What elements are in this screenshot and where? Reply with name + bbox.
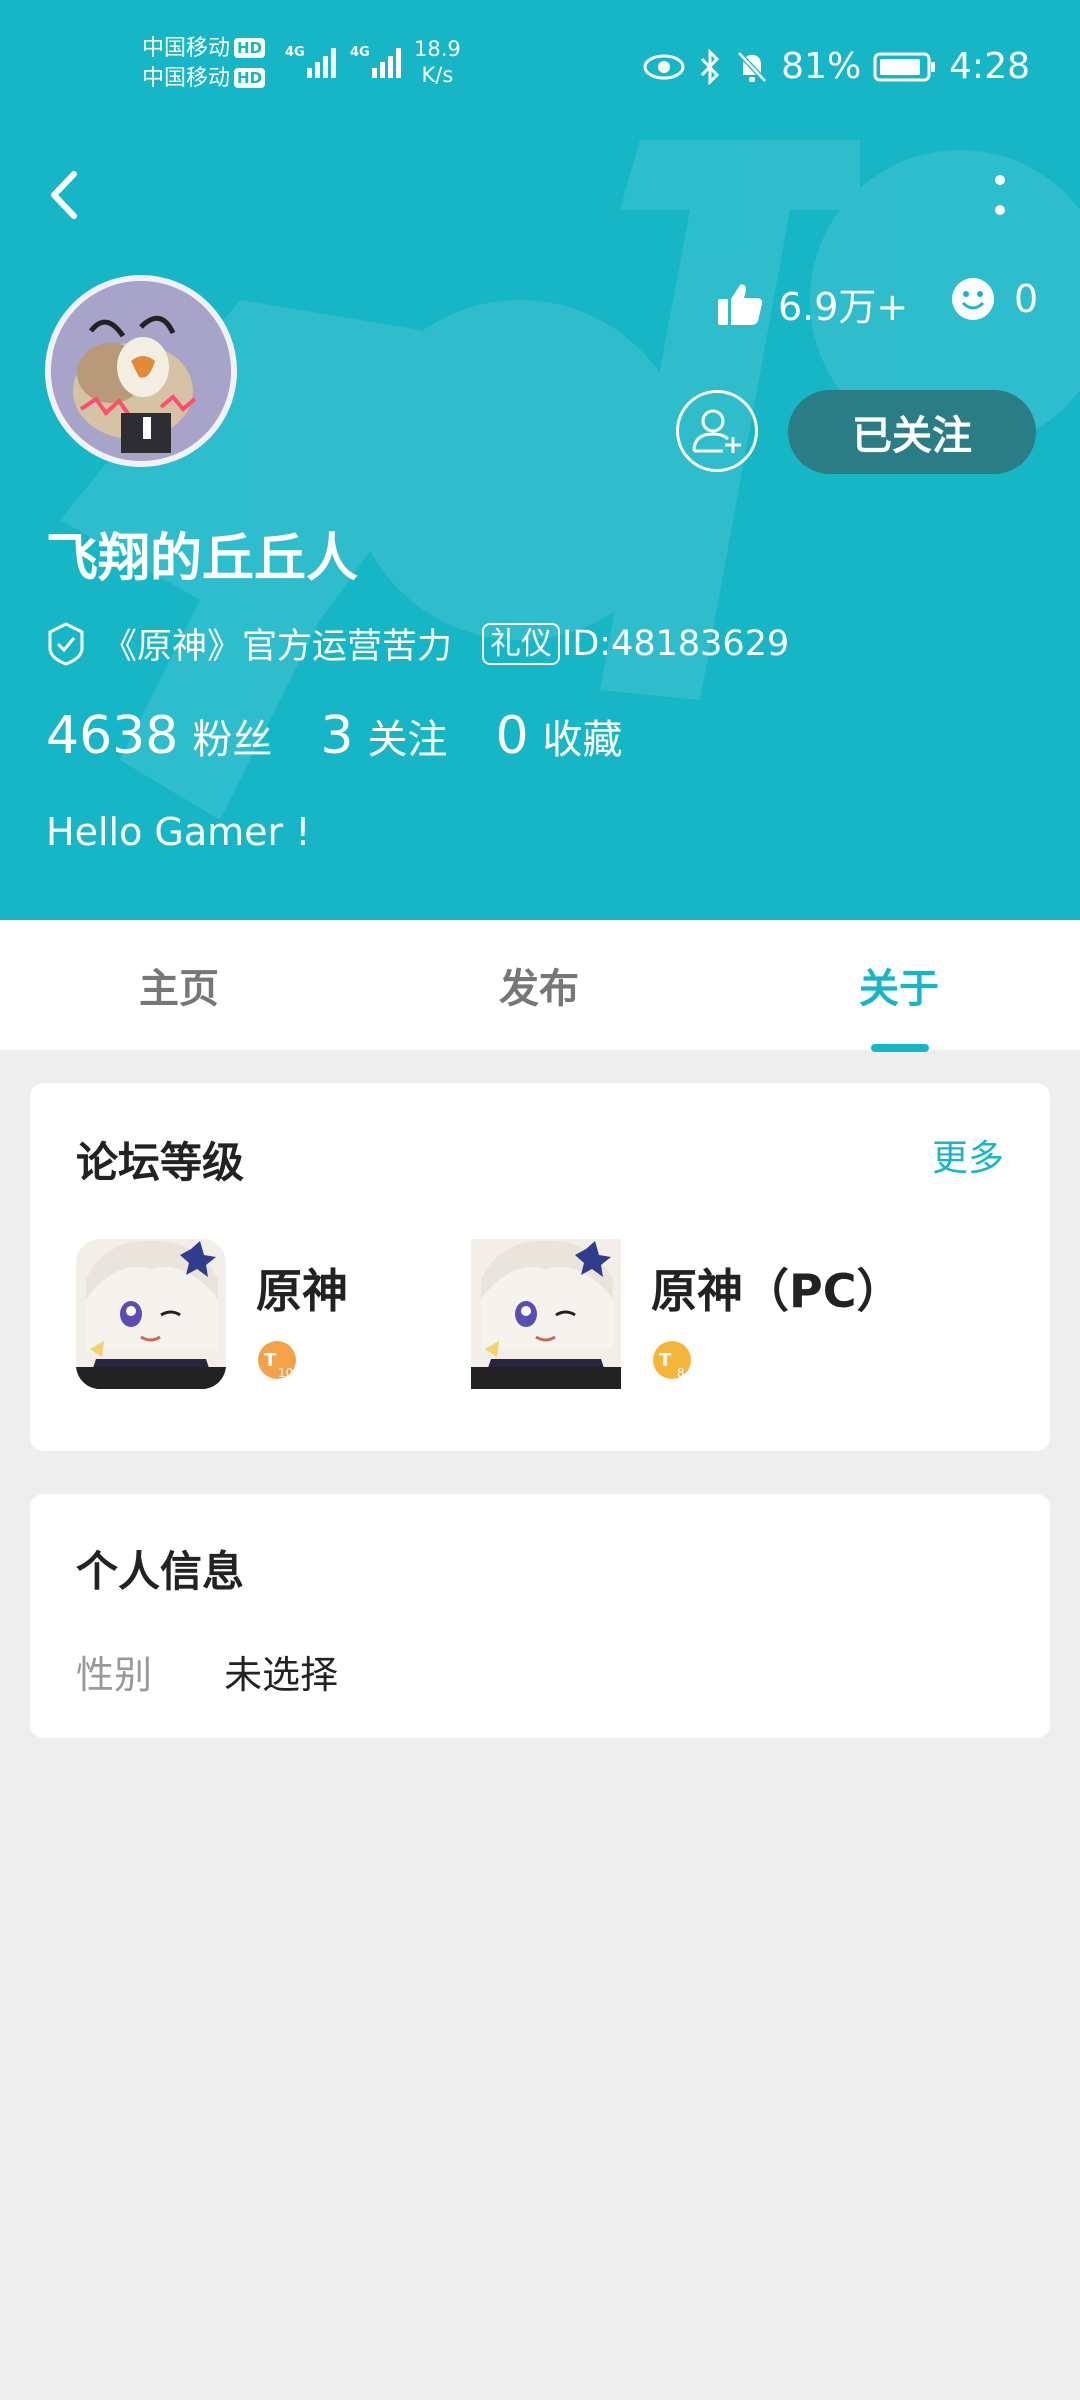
bio: Hello Gamer ! xyxy=(46,810,311,854)
certification-text: 《原神》官方运营苦力 xyxy=(102,627,453,667)
verified-shield-icon xyxy=(48,621,84,666)
gender-value: 未选择 xyxy=(224,1653,339,1697)
tab-about[interactable]: 关于 xyxy=(859,956,939,1014)
carrier-2: 中国移动 xyxy=(142,66,231,91)
gender-row: 性别 未选择 xyxy=(76,1644,338,1699)
following-count[interactable]: 3 xyxy=(320,706,353,766)
tab-bar: 主页 发布 关于 xyxy=(0,920,1080,1052)
more-button[interactable] xyxy=(980,160,1020,230)
more-vertical-icon xyxy=(995,175,1005,215)
stats-row: 4638 粉丝 3 关注 0 收藏 xyxy=(46,706,671,766)
signal-icon: 4G xyxy=(285,45,336,78)
tab-active-indicator xyxy=(871,1044,929,1052)
hd-badge-2: HD xyxy=(234,68,266,88)
forum-item-genshin[interactable]: 原神 T 10 xyxy=(76,1239,456,1389)
status-bar: 中国移动 HD 中国移动 HD 4G 4G 18.9 K/s 81% 4:28 xyxy=(0,30,1080,100)
forum-item-genshin-pc[interactable]: 原神（PC） T 8 xyxy=(471,1239,971,1389)
eye-icon xyxy=(643,54,685,79)
speed-value: 18.9 xyxy=(414,37,461,61)
likes-stat: 6.9万+ xyxy=(716,276,908,331)
forum-level-title: 论坛等级 xyxy=(76,1138,245,1187)
emoji-stat: 0 xyxy=(950,276,1038,322)
likes-count: 6.9万+ xyxy=(778,285,909,329)
fans-count[interactable]: 4638 xyxy=(46,706,178,766)
username: 飞翔的丘丘人 xyxy=(46,529,359,589)
forum-icon xyxy=(471,1239,621,1389)
avatar[interactable] xyxy=(45,275,237,467)
level-badge-icon: T 8 xyxy=(653,1341,691,1380)
level-badge-icon: T 10 xyxy=(258,1341,296,1380)
personal-info-title: 个人信息 xyxy=(76,1547,245,1596)
status-icons: 81% 4:28 xyxy=(643,46,1030,87)
fans-label[interactable]: 粉丝 xyxy=(192,707,272,765)
user-id: ID:48183629 xyxy=(562,623,790,664)
forum-icon xyxy=(76,1239,226,1389)
add-friend-button[interactable] xyxy=(676,390,758,472)
forum-icon-image xyxy=(471,1239,621,1389)
bell-muted-icon xyxy=(737,50,767,83)
certification-row: 《原神》官方运营苦力 礼仪 ID:48183629 xyxy=(46,618,789,669)
clock: 4:28 xyxy=(949,46,1030,87)
follow-button[interactable]: 已关注 xyxy=(788,390,1036,474)
level-badge-letter: T xyxy=(264,1350,277,1371)
personal-info-card: 个人信息 性别 未选择 xyxy=(30,1494,1050,1738)
carrier-1: 中国移动 xyxy=(142,36,231,61)
thumbs-up-icon xyxy=(718,284,763,325)
net-speed: 18.9 K/s xyxy=(414,36,461,88)
following-label[interactable]: 关注 xyxy=(367,707,447,765)
forum-level-card: 论坛等级 更多 原神 T 10 原神（PC） T 8 xyxy=(30,1083,1050,1451)
favorites-label[interactable]: 收藏 xyxy=(543,707,623,765)
forum-name: 原神（PC） xyxy=(651,1264,903,1318)
gender-label: 性别 xyxy=(76,1653,153,1697)
level-badge-letter: T xyxy=(659,1350,672,1371)
hd-badge: HD xyxy=(234,38,266,58)
tab-posts[interactable]: 发布 xyxy=(499,956,579,1014)
forum-name: 原神 xyxy=(256,1264,348,1318)
user-tag: 礼仪 xyxy=(482,622,561,665)
emoji-count: 0 xyxy=(1014,277,1039,321)
user-plus-icon xyxy=(692,409,741,453)
level-badge-number: 10 xyxy=(278,1366,293,1380)
battery-percent: 81% xyxy=(781,46,862,87)
profile-header: 中国移动HD 中国移动HD 4G 4G 18.9 K/s 81% 4:28 xyxy=(0,0,1080,920)
bluetooth-icon xyxy=(701,48,720,85)
smile-icon xyxy=(952,278,994,320)
level-badge-number: 8 xyxy=(677,1366,685,1380)
battery-icon xyxy=(873,52,936,81)
avatar-image xyxy=(51,281,231,461)
favorites-count[interactable]: 0 xyxy=(495,706,528,766)
svg-text:4G: 4G xyxy=(350,45,370,60)
more-link[interactable]: 更多 xyxy=(932,1129,1004,1181)
tab-home[interactable]: 主页 xyxy=(139,956,219,1014)
svg-text:4G: 4G xyxy=(285,45,305,60)
carrier-info: 中国移动 HD 中国移动 HD xyxy=(142,34,266,94)
signal-icon-2: 4G xyxy=(350,45,401,78)
back-button[interactable] xyxy=(40,160,90,230)
speed-unit: K/s xyxy=(421,63,454,87)
forum-icon-image xyxy=(76,1239,226,1389)
chevron-left-icon xyxy=(51,171,77,219)
